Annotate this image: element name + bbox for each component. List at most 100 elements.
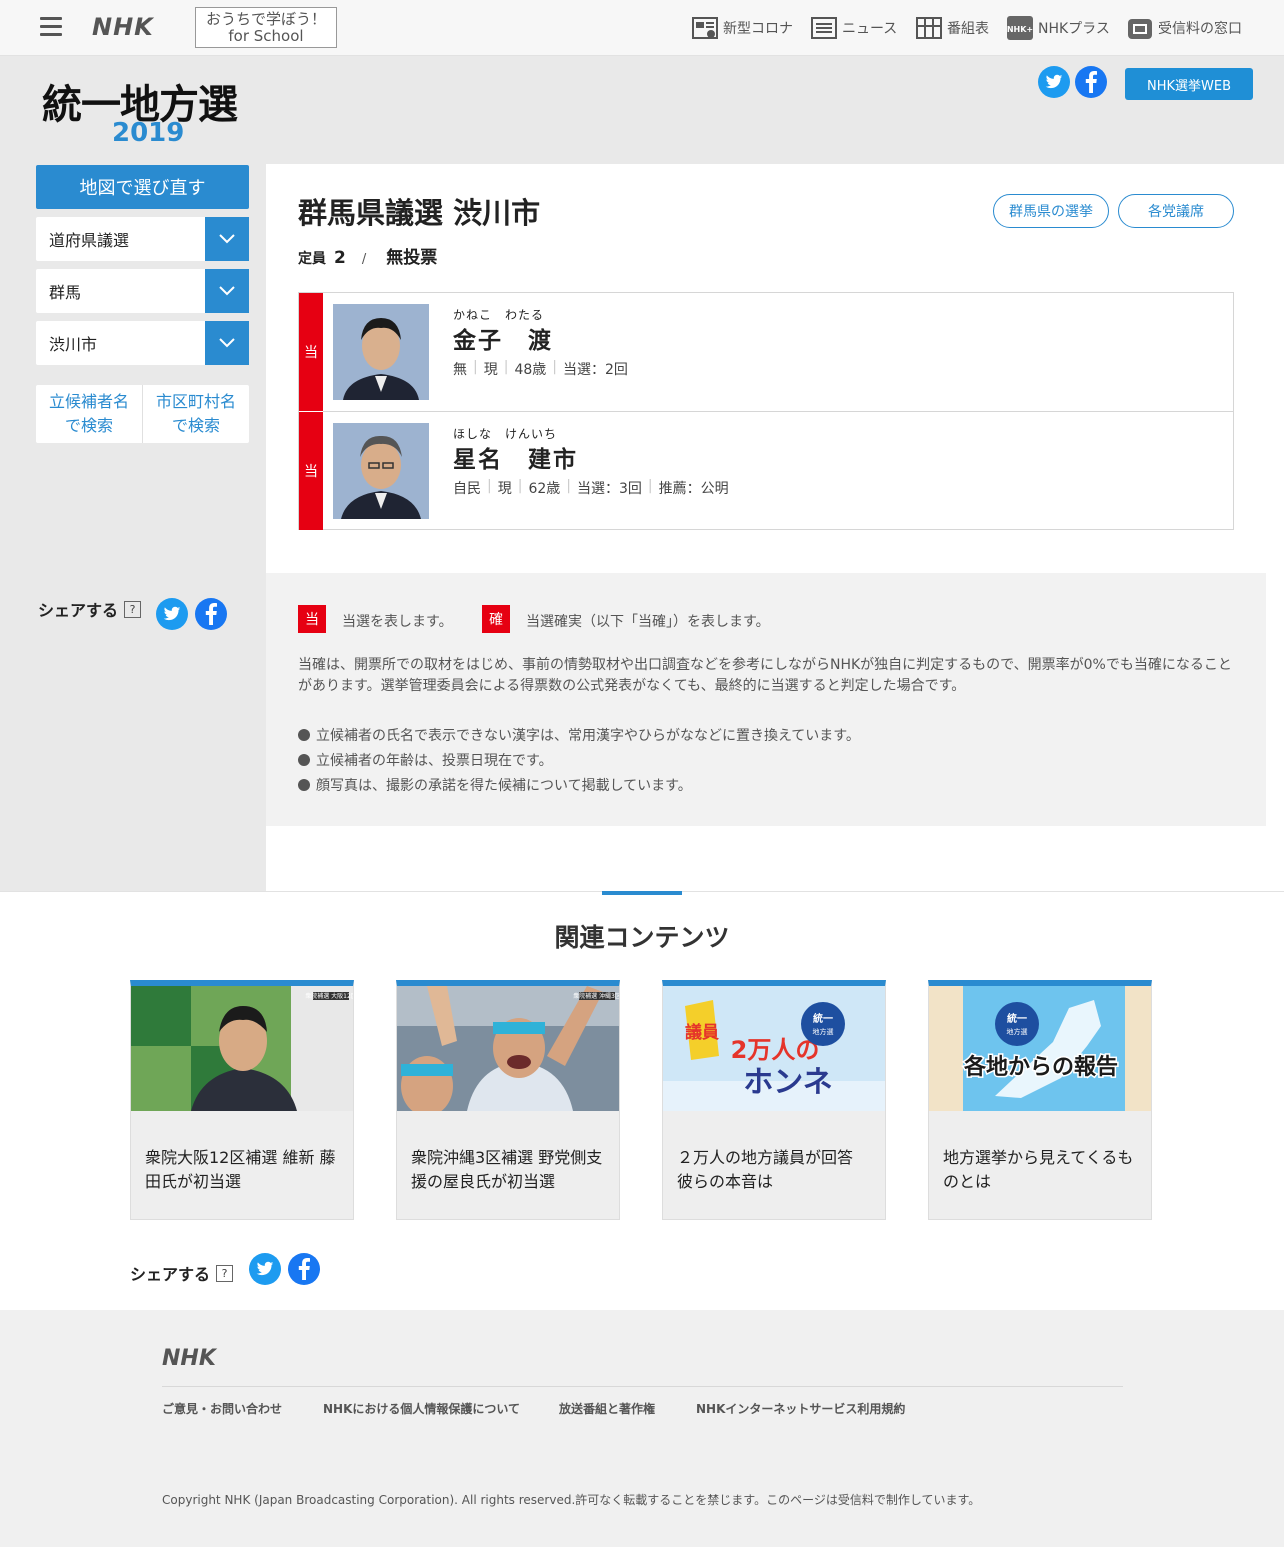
news-icon [811, 17, 837, 39]
nav-news[interactable]: ニュース [810, 14, 897, 42]
nav-news-label: ニュース [842, 21, 898, 37]
nav-reception-fee[interactable]: 受信料の窓口 [1126, 14, 1242, 42]
vote-status: 無投票 [386, 248, 438, 268]
thumb-text-c: ホンネ [743, 1065, 832, 1100]
twitter-share-icon[interactable] [156, 598, 188, 630]
district-value: 渋川市 [49, 335, 98, 354]
thumb-badge-line2: 地方選 [813, 1027, 834, 1036]
search-by-candidate-link[interactable]: 立候補者名 で検索 [36, 385, 143, 443]
facebook-share-icon[interactable] [1075, 66, 1107, 98]
elected-badge: 当 [299, 293, 323, 411]
thumb-badge-line1: 統一 [813, 1012, 833, 1025]
page-title: 群馬県議選 渋川市 [298, 196, 541, 230]
footer-link-contact[interactable]: ご意見・お問い合わせ [162, 1400, 282, 1417]
corona-icon [692, 17, 718, 39]
thumb-text: 各地からの報告 [963, 1054, 1118, 1080]
footer-link-copyright[interactable]: 放送番組と著作権 [559, 1400, 655, 1417]
election-logo-year: 2019 [112, 118, 185, 148]
candidate-info: 無 | 現 | 48歳 | 当選：2回 [453, 359, 628, 379]
prefecture-election-link[interactable]: 群馬県の選挙 [993, 194, 1109, 228]
thumb-label: 衆院補選 大阪12区 [305, 992, 353, 1000]
candidate-endorsement: 推薦：公明 [658, 481, 729, 497]
candidate-status: 現 [483, 362, 498, 378]
election-type-select[interactable]: 道府県議選 [36, 217, 249, 261]
candidate-name: 星名 建市 [453, 447, 578, 473]
candidate-photo [333, 423, 429, 519]
note-bullet-text: 立候補者の年齢は、投票日現在です。 [316, 753, 553, 769]
candidate-list: 当 かねこ わたる 金子 渡 無 | 現 | 48歳 | 当選：2回 当 ほしな けん… [298, 292, 1234, 530]
related-card[interactable]: 議員 2万人の ホンネ 統一地方選 ２万人の地方議員が回答 彼らの本音は [662, 980, 886, 1220]
section-accent [602, 891, 682, 895]
candidate-photo [333, 304, 429, 400]
party-seats-link[interactable]: 各党議席 [1118, 194, 1234, 228]
nav-nhk-plus-label: NHKプラス [1038, 21, 1110, 37]
thumb-label: 衆院補選 沖縄3区 [573, 992, 619, 1000]
related-card-caption: ２万人の地方議員が回答 彼らの本音は [677, 1148, 854, 1191]
footer-link-terms[interactable]: NHKインターネットサービス利用規約 [696, 1400, 905, 1417]
capacity-separator: / [361, 252, 367, 267]
capacity-label: 定員 [298, 251, 326, 267]
footer-divider [162, 1386, 1123, 1387]
bottom-share: シェアする ? [130, 1261, 234, 1285]
search-city-line1: 市区町村名 [155, 392, 236, 411]
thumb-text-a: 議員 [685, 1022, 719, 1043]
candidate-age: 62歳 [528, 481, 561, 497]
search-candidate-line1: 立候補者名 [48, 392, 129, 411]
map-reselect-button[interactable]: 地図で選び直す [36, 165, 249, 209]
related-thumbnail: 衆院補選 沖縄3区 [397, 986, 619, 1111]
related-card-caption: 地方選挙から見えてくるものとは [943, 1148, 1134, 1191]
candidate-party: 自民 [453, 481, 481, 497]
prefecture-select[interactable]: 群馬 [36, 269, 249, 313]
district-select[interactable]: 渋川市 [36, 321, 249, 365]
chevron-down-icon[interactable] [205, 269, 249, 313]
elected-legend-badge: 当 [298, 605, 326, 633]
related-card[interactable]: 各地からの報告 統一 地方選 地方選挙から見えてくるものとは [928, 980, 1152, 1220]
chevron-down-icon[interactable] [205, 321, 249, 365]
related-card[interactable]: 衆院補選 沖縄3区 衆院沖縄3区補選 野党側支援の屋良氏が初当選 [396, 980, 620, 1220]
nav-program-guide-label: 番組表 [947, 21, 989, 37]
related-card[interactable]: 衆院補選 大阪12区 衆院大阪12区補選 維新 藤田氏が初当選 [130, 980, 354, 1220]
nav-nhk-plus[interactable]: NHK+ NHKプラス [1006, 14, 1110, 42]
candidate-info: 自民 | 現 | 62歳 | 当選：3回 | 推薦：公明 [453, 478, 729, 498]
elected-legend-text: 当選を表します。 [342, 614, 453, 630]
candidate-status: 現 [497, 481, 512, 497]
twitter-share-icon[interactable] [249, 1253, 281, 1285]
nav-corona[interactable]: 新型コロナ [691, 14, 793, 42]
prefecture-value: 群馬 [49, 283, 82, 302]
twitter-share-icon[interactable] [1038, 66, 1070, 98]
nav-program-guide[interactable]: 番組表 [915, 14, 989, 42]
related-content-title: 関連コンテンツ [554, 923, 730, 952]
capacity-value: 2 [334, 248, 346, 268]
info-separator: | [647, 478, 653, 494]
search-options: 立候補者名で検索 市区町村名 で検索 [36, 385, 249, 443]
help-icon[interactable]: ? [216, 1264, 234, 1282]
search-by-city-link[interactable]: 市区町村名 で検索 [143, 385, 249, 443]
certain-legend-badge: 確 [482, 605, 510, 633]
related-thumbnail: 各地からの報告 統一 地方選 [929, 986, 1151, 1111]
candidate-wins: 当選：2回 [562, 362, 628, 378]
candidate-card: 当 かねこ わたる 金子 渡 無 | 現 | 48歳 | 当選：2回 [299, 293, 1233, 411]
note-bullet-text: 顔写真は、撮影の承諾を得た候補について掲載しています。 [316, 778, 692, 794]
hamburger-menu-icon[interactable] [40, 17, 62, 37]
chevron-down-icon[interactable] [205, 217, 249, 261]
election-type-value: 道府県議選 [49, 231, 130, 250]
for-school-line2: for School [228, 27, 304, 45]
help-icon[interactable]: ? [124, 600, 142, 618]
thumb-text-b: 2万人の [731, 1036, 820, 1064]
facebook-share-icon[interactable] [195, 598, 227, 630]
share-label: シェアする [130, 1265, 211, 1284]
facebook-share-icon[interactable] [288, 1253, 320, 1285]
footer-link-privacy[interactable]: NHKにおける個人情報保護について [323, 1400, 520, 1417]
search-candidate-line2: で検索 [64, 416, 113, 435]
related-thumbnail: 衆院補選 大阪12区 [131, 986, 353, 1111]
info-separator: | [487, 478, 492, 494]
footer-nhk-logo[interactable]: NHK [162, 1346, 216, 1371]
share-label: シェアする [38, 601, 119, 620]
nhk-election-web-button[interactable]: NHK選挙WEB [1125, 68, 1253, 100]
thumb-badge-line2: 地方選 [1007, 1027, 1028, 1036]
nhk-logo[interactable]: NHK [92, 13, 154, 41]
for-school-button[interactable]: おうちで学ぼう！ for School [195, 7, 337, 48]
candidate-name: 金子 渡 [453, 328, 553, 354]
note-bullet: 顔写真は、撮影の承諾を得た候補について掲載しています。 [298, 775, 692, 795]
info-separator: | [552, 359, 557, 375]
